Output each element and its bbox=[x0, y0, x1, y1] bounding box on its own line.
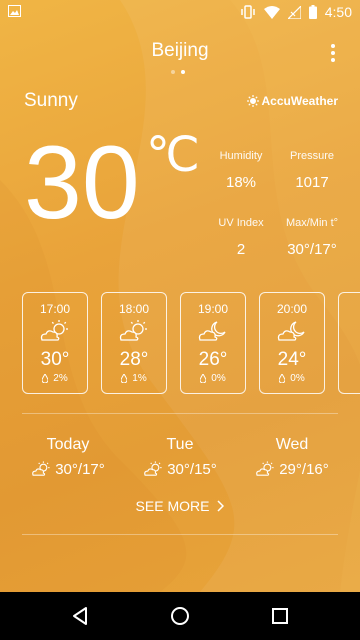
status-bar: 4:50 bbox=[0, 0, 360, 24]
day-range: 29°/16° bbox=[279, 460, 329, 478]
maxmin-value: 30°/17° bbox=[287, 241, 337, 258]
hour-precip: 0% bbox=[181, 373, 245, 384]
hourly-card[interactable]: 20:00 24° 0% bbox=[259, 292, 325, 394]
humidity-stat: Humidity 18% bbox=[201, 150, 281, 191]
maxmin-stat: Max/Min t° 30°/17° bbox=[272, 217, 352, 258]
hour-precip-value: 1% bbox=[132, 373, 147, 384]
divider bbox=[22, 534, 338, 535]
pressure-stat: Pressure 1017 bbox=[272, 150, 352, 191]
navigation-bar bbox=[0, 592, 360, 640]
day-range: 30°/15° bbox=[167, 460, 217, 478]
pressure-label: Pressure bbox=[289, 150, 335, 162]
current-temperature: 30 bbox=[24, 125, 140, 241]
signal-icon bbox=[287, 5, 301, 19]
hour-temp: 24° bbox=[277, 349, 307, 370]
home-icon[interactable] bbox=[168, 604, 192, 628]
hour-precip-value: 2% bbox=[53, 373, 68, 384]
daily-item[interactable]: Wed 29°/16° bbox=[237, 436, 347, 478]
page-dot bbox=[171, 70, 175, 74]
drop-icon bbox=[200, 374, 207, 383]
image-notification-icon bbox=[8, 5, 21, 17]
provider-logo[interactable]: AccuWeather bbox=[246, 94, 338, 108]
current-condition: Sunny bbox=[24, 90, 78, 111]
hourly-card[interactable]: 19:00 26° 0% bbox=[180, 292, 246, 394]
temperature-unit: ℃ bbox=[146, 129, 200, 182]
daily-item[interactable]: Tue 30°/15° bbox=[125, 436, 235, 478]
back-icon[interactable] bbox=[68, 604, 92, 628]
day-name: Today bbox=[46, 436, 90, 453]
hour-precip: 2% bbox=[23, 373, 87, 384]
provider-name: AccuWeather bbox=[261, 94, 338, 108]
recents-icon[interactable] bbox=[268, 604, 292, 628]
sun-logo-icon bbox=[246, 95, 259, 107]
city-name[interactable]: Beijing bbox=[0, 40, 360, 62]
day-range: 30°/17° bbox=[55, 460, 105, 478]
hourly-forecast[interactable]: 17:00 30° 2% 18:00 28° 1% 19:00 26° 0% 2… bbox=[22, 292, 360, 396]
hour-precip: 0% bbox=[260, 373, 324, 384]
hour-precip: 1% bbox=[102, 373, 166, 384]
overflow-menu-icon[interactable] bbox=[330, 44, 336, 62]
day-name: Tue bbox=[166, 436, 194, 453]
sun-cloud-icon bbox=[256, 461, 274, 476]
drop-icon bbox=[42, 374, 49, 383]
battery-icon bbox=[308, 5, 317, 19]
page-dot-active bbox=[181, 70, 185, 74]
hour-time: 19:00 bbox=[197, 302, 229, 316]
hour-precip-value: 0% bbox=[290, 373, 305, 384]
page-indicator bbox=[171, 70, 185, 74]
moon-cloud-icon bbox=[277, 321, 305, 341]
chevron-right-icon bbox=[217, 500, 225, 512]
hour-time: 20:00 bbox=[276, 302, 308, 316]
hour-precip-value: 0% bbox=[211, 373, 226, 384]
hour-temp: 30° bbox=[40, 349, 70, 370]
sun-cloud-icon bbox=[40, 320, 68, 341]
drop-icon bbox=[121, 374, 128, 383]
see-more-button[interactable]: SEE MORE bbox=[0, 498, 360, 514]
uv-label: UV Index bbox=[218, 217, 264, 229]
moon-cloud-icon bbox=[198, 321, 226, 341]
hourly-card[interactable]: 18:00 28° 1% bbox=[101, 292, 167, 394]
maxmin-label: Max/Min t° bbox=[285, 217, 339, 229]
drop-icon bbox=[279, 374, 286, 383]
hour-temp: 28° bbox=[119, 349, 149, 370]
humidity-value: 18% bbox=[225, 174, 257, 191]
vibrate-icon bbox=[241, 5, 255, 19]
hour-time: 18:00 bbox=[118, 302, 150, 316]
uv-value: 2 bbox=[236, 241, 246, 258]
day-name: Wed bbox=[275, 436, 309, 453]
pressure-value: 1017 bbox=[295, 174, 329, 191]
sun-cloud-icon bbox=[32, 461, 50, 476]
hour-time: 17:00 bbox=[39, 302, 71, 316]
hourly-card[interactable]: 17:00 30° 2% bbox=[22, 292, 88, 394]
sun-cloud-icon bbox=[144, 461, 162, 476]
divider bbox=[22, 413, 338, 414]
uv-stat: UV Index 2 bbox=[201, 217, 281, 258]
hour-temp: 26° bbox=[198, 349, 228, 370]
wifi-icon bbox=[263, 5, 280, 19]
sun-cloud-icon bbox=[119, 320, 147, 341]
humidity-label: Humidity bbox=[219, 150, 263, 162]
see-more-label: SEE MORE bbox=[135, 498, 210, 514]
daily-item[interactable]: Today 30°/17° bbox=[13, 436, 123, 478]
hourly-card-partial[interactable] bbox=[338, 292, 360, 394]
status-time: 4:50 bbox=[324, 4, 352, 20]
